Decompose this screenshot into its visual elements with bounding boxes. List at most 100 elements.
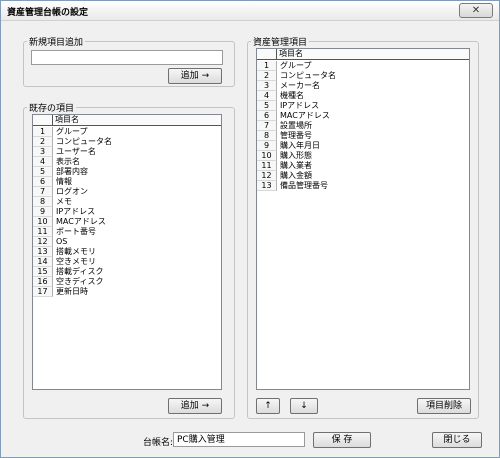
existing-item-row[interactable]: 1 グループ [33, 127, 221, 137]
asset-items-legend: 資産管理項目 [253, 38, 308, 48]
row-number: 10 [257, 151, 277, 161]
row-item-name: 購入業者 [280, 161, 312, 170]
row-item-name: 設置場所 [280, 121, 312, 130]
ledger-name-label: 台帳名: [143, 438, 174, 448]
row-number: 2 [33, 137, 53, 147]
row-item-name: IPアドレス [280, 101, 320, 110]
asset-item-row[interactable]: 5 IPアドレス [257, 101, 469, 111]
delete-item-button[interactable]: 項目削除 [417, 398, 471, 414]
add-new-item-button[interactable]: 追加 → [168, 68, 222, 84]
new-item-input[interactable] [31, 50, 223, 65]
asset-item-row[interactable]: 10 購入形態 [257, 151, 469, 161]
existing-items-legend: 既存の項目 [29, 104, 75, 114]
existing-item-row[interactable]: 11 ポート番号 [33, 227, 221, 237]
existing-item-row[interactable]: 10 MACアドレス [33, 217, 221, 227]
existing-item-row[interactable]: 9 IPアドレス [33, 207, 221, 217]
row-number: 3 [33, 147, 53, 157]
existing-item-row[interactable]: 14 空きメモリ [33, 257, 221, 267]
window-close-button[interactable]: ✕ [459, 3, 493, 18]
asset-item-row[interactable]: 7 設置場所 [257, 121, 469, 131]
row-number: 7 [257, 121, 277, 131]
asset-item-row[interactable]: 6 MACアドレス [257, 111, 469, 121]
asset-item-row[interactable]: 1 グループ [257, 61, 469, 71]
row-number: 8 [33, 197, 53, 207]
row-item-name: コンピュータ名 [280, 71, 336, 80]
close-button[interactable]: 閉じる [432, 432, 482, 448]
existing-item-row[interactable]: 13 搭載メモリ [33, 247, 221, 257]
row-item-name: OS [56, 237, 68, 246]
row-item-name: 管理番号 [280, 131, 312, 140]
asset-item-row[interactable]: 2 コンピュータ名 [257, 71, 469, 81]
row-number: 5 [257, 101, 277, 111]
move-up-button[interactable]: ↑ [256, 398, 280, 414]
row-item-name: 部署内容 [56, 167, 88, 176]
row-item-name: 空きディスク [56, 277, 104, 286]
row-item-name: コンピュータ名 [56, 137, 112, 146]
row-number: 6 [257, 111, 277, 121]
row-item-name: ポート番号 [56, 227, 96, 236]
existing-item-row[interactable]: 3 ユーザー名 [33, 147, 221, 157]
window-title: 資産管理台帳の設定 [7, 8, 89, 18]
row-number: 6 [33, 177, 53, 187]
save-button[interactable]: 保 存 [313, 432, 371, 448]
row-item-name: MACアドレス [280, 111, 330, 120]
existing-item-row[interactable]: 7 ログオン [33, 187, 221, 197]
row-number: 2 [257, 71, 277, 81]
row-number: 16 [33, 277, 53, 287]
row-item-name: 搭載ディスク [56, 267, 104, 276]
asset-item-row[interactable]: 8 管理番号 [257, 131, 469, 141]
asset-item-row[interactable]: 3 メーカー名 [257, 81, 469, 91]
row-item-name: 機種名 [280, 91, 304, 100]
row-item-name: ログオン [56, 187, 88, 196]
row-item-name: 備品管理番号 [280, 181, 328, 190]
existing-item-row[interactable]: 16 空きディスク [33, 277, 221, 287]
asset-item-row[interactable]: 4 機種名 [257, 91, 469, 101]
asset-item-row[interactable]: 11 購入業者 [257, 161, 469, 171]
row-number: 8 [257, 131, 277, 141]
row-item-name: 表示名 [56, 157, 80, 166]
row-number: 13 [257, 181, 277, 191]
existing-header-label: 項目名 [55, 115, 79, 124]
existing-grid-header: 項目名 [33, 115, 221, 126]
row-number: 4 [33, 157, 53, 167]
row-item-name: 搭載メモリ [56, 247, 96, 256]
existing-item-row[interactable]: 15 搭載ディスク [33, 267, 221, 277]
row-item-name: 情報 [56, 177, 72, 186]
row-number: 9 [33, 207, 53, 217]
row-number: 1 [33, 127, 53, 137]
settings-window: 資産管理台帳の設定 ✕ 新規項目追加 追加 → 既存の項目 項目名 1 グループ 2… [0, 0, 500, 458]
existing-item-row[interactable]: 12 OS [33, 237, 221, 247]
row-number: 17 [33, 287, 53, 297]
asset-item-row[interactable]: 12 購入金額 [257, 171, 469, 181]
existing-items-grid[interactable]: 項目名 1 グループ 2 コンピュータ名 3 ユーザー名 4 表示名 5 部署内容 6 情報 7 ログオン… [32, 114, 222, 390]
existing-item-row[interactable]: 2 コンピュータ名 [33, 137, 221, 147]
asset-item-row[interactable]: 13 備品管理番号 [257, 181, 469, 191]
row-item-name: グループ [56, 127, 88, 136]
row-number: 12 [257, 171, 277, 181]
add-existing-item-button[interactable]: 追加 → [168, 398, 222, 414]
row-number: 5 [33, 167, 53, 177]
row-number: 11 [257, 161, 277, 171]
row-item-name: メーカー名 [280, 81, 320, 90]
row-number: 7 [33, 187, 53, 197]
row-item-name: 空きメモリ [56, 257, 96, 266]
row-item-name: 購入形態 [280, 151, 312, 160]
ledger-name-input[interactable]: PC購入管理 [173, 432, 305, 447]
existing-item-row[interactable]: 5 部署内容 [33, 167, 221, 177]
asset-item-row[interactable]: 9 購入年月日 [257, 141, 469, 151]
row-number: 4 [257, 91, 277, 101]
existing-item-row[interactable]: 6 情報 [33, 177, 221, 187]
row-item-name: 更新日時 [56, 287, 88, 296]
existing-item-row[interactable]: 17 更新日時 [33, 287, 221, 297]
move-down-button[interactable]: ↓ [290, 398, 318, 414]
row-item-name: 購入金額 [280, 171, 312, 180]
existing-item-row[interactable]: 8 メモ [33, 197, 221, 207]
asset-items-grid[interactable]: 項目名 1 グループ 2 コンピュータ名 3 メーカー名 4 機種名 5 IPアドレス 6 MACアド… [256, 48, 470, 390]
existing-item-row[interactable]: 4 表示名 [33, 157, 221, 167]
row-number: 11 [33, 227, 53, 237]
row-item-name: MACアドレス [56, 217, 106, 226]
row-item-name: グループ [280, 61, 312, 70]
row-item-name: メモ [56, 197, 72, 206]
row-number: 14 [33, 257, 53, 267]
row-item-name: 購入年月日 [280, 141, 320, 150]
